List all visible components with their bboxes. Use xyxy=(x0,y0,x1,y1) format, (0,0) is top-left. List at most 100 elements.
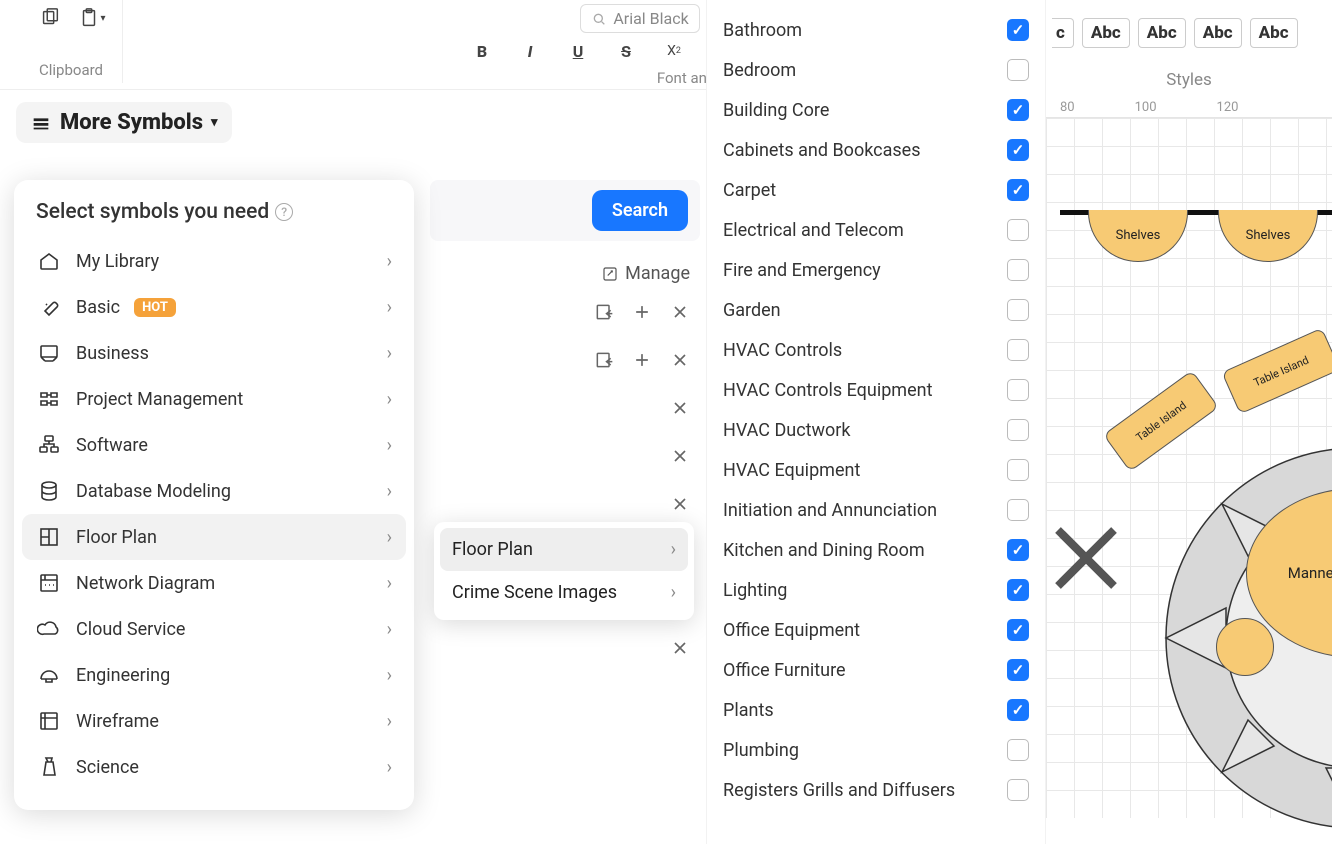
library-office-equipment[interactable]: Office Equipment xyxy=(707,610,1045,650)
checkbox[interactable] xyxy=(1007,339,1029,361)
x-icon[interactable] xyxy=(670,398,690,418)
styles-group-label: Styles xyxy=(1046,54,1332,94)
category-icon xyxy=(36,754,62,780)
category-business[interactable]: Business › xyxy=(14,330,414,376)
checkbox[interactable] xyxy=(1007,259,1029,281)
x-icon[interactable] xyxy=(670,302,690,322)
help-icon[interactable]: ? xyxy=(275,203,293,221)
library-bathroom[interactable]: Bathroom xyxy=(707,10,1045,50)
font-family-select[interactable]: Arial Black xyxy=(580,4,699,33)
chevron-right-icon: › xyxy=(387,665,392,686)
shelf-shape[interactable]: Shelves xyxy=(1088,210,1188,262)
library-label: Kitchen and Dining Room xyxy=(723,540,925,561)
checkbox[interactable] xyxy=(1007,139,1029,161)
x-icon[interactable] xyxy=(670,638,690,658)
checkbox[interactable] xyxy=(1007,59,1029,81)
paste-icon[interactable]: ▾ xyxy=(78,4,106,32)
chevron-right-icon: › xyxy=(387,389,392,410)
library-label: HVAC Ductwork xyxy=(723,420,851,441)
library-hvac-equipment[interactable]: HVAC Equipment xyxy=(707,450,1045,490)
table-island-shape[interactable]: Table Island xyxy=(1221,328,1332,415)
style-preview[interactable]: c xyxy=(1052,18,1074,48)
category-network-diagram[interactable]: Network Diagram › xyxy=(14,560,414,606)
library-garden[interactable]: Garden xyxy=(707,290,1045,330)
category-engineering[interactable]: Engineering › xyxy=(14,652,414,698)
checkbox[interactable] xyxy=(1007,499,1029,521)
library-cabinets-and-bookcases[interactable]: Cabinets and Bookcases xyxy=(707,130,1045,170)
underline-button[interactable]: U xyxy=(564,37,592,65)
checkbox[interactable] xyxy=(1007,699,1029,721)
category-label: Science xyxy=(76,757,139,778)
library-building-core[interactable]: Building Core xyxy=(707,90,1045,130)
library-electrical-and-telecom[interactable]: Electrical and Telecom xyxy=(707,210,1045,250)
subcategory-floor-plan[interactable]: Floor Plan› xyxy=(440,528,688,571)
library-carpet[interactable]: Carpet xyxy=(707,170,1045,210)
checkbox[interactable] xyxy=(1007,619,1029,641)
library-plumbing[interactable]: Plumbing xyxy=(707,730,1045,770)
import-icon[interactable] xyxy=(594,302,614,322)
strike-button[interactable]: S xyxy=(612,37,640,65)
bold-button[interactable]: B xyxy=(468,37,496,65)
category-database-modeling[interactable]: Database Modeling › xyxy=(14,468,414,514)
library-fire-and-emergency[interactable]: Fire and Emergency xyxy=(707,250,1045,290)
style-preview[interactable]: Abc xyxy=(1194,18,1242,48)
subcategory-crime-scene-images[interactable]: Crime Scene Images› xyxy=(434,571,694,614)
x-icon[interactable] xyxy=(670,350,690,370)
category-software[interactable]: Software › xyxy=(14,422,414,468)
library-office-furniture[interactable]: Office Furniture xyxy=(707,650,1045,690)
checkbox[interactable] xyxy=(1007,459,1029,481)
category-my-library[interactable]: My Library › xyxy=(14,238,414,284)
library-kitchen-and-dining-room[interactable]: Kitchen and Dining Room xyxy=(707,530,1045,570)
checkbox[interactable] xyxy=(1007,659,1029,681)
plus-icon[interactable] xyxy=(632,350,652,370)
search-button[interactable]: Search xyxy=(592,190,688,231)
category-label: My Library xyxy=(76,251,159,272)
library-label: Registers Grills and Diffusers xyxy=(723,780,955,801)
manage-link[interactable]: Manage xyxy=(430,241,700,288)
copy-icon[interactable] xyxy=(36,4,64,32)
category-floor-plan[interactable]: Floor Plan › xyxy=(22,514,406,560)
plus-icon[interactable] xyxy=(632,302,652,322)
x-icon[interactable] xyxy=(670,446,690,466)
style-preview[interactable]: Abc xyxy=(1250,18,1298,48)
checkbox[interactable] xyxy=(1007,779,1029,801)
library-hvac-controls-equipment[interactable]: HVAC Controls Equipment xyxy=(707,370,1045,410)
checkbox[interactable] xyxy=(1007,19,1029,41)
superscript-button[interactable]: X2 xyxy=(660,37,688,65)
category-basic[interactable]: Basic HOT › xyxy=(14,284,414,330)
ceiling-fan-shape[interactable] xyxy=(1046,518,1126,598)
shelf-shape[interactable]: Shelves xyxy=(1218,210,1318,262)
more-symbols-button[interactable]: More Symbols ▾ xyxy=(16,102,232,143)
style-preview[interactable]: Abc xyxy=(1082,18,1130,48)
checkbox[interactable] xyxy=(1007,539,1029,561)
checkbox[interactable] xyxy=(1007,419,1029,441)
canvas[interactable]: Shelves Shelves Table Island Table Islan… xyxy=(1046,118,1332,818)
category-project-management[interactable]: Project Management › xyxy=(14,376,414,422)
library-hvac-ductwork[interactable]: HVAC Ductwork xyxy=(707,410,1045,450)
library-hvac-controls[interactable]: HVAC Controls xyxy=(707,330,1045,370)
checkbox[interactable] xyxy=(1007,179,1029,201)
library-initiation-and-annunciation[interactable]: Initiation and Annunciation xyxy=(707,490,1045,530)
checkbox[interactable] xyxy=(1007,299,1029,321)
category-icon xyxy=(36,432,62,458)
library-bedroom[interactable]: Bedroom xyxy=(707,50,1045,90)
category-cloud-service[interactable]: Cloud Service › xyxy=(14,606,414,652)
category-label: Floor Plan xyxy=(76,527,157,548)
checkbox[interactable] xyxy=(1007,219,1029,241)
category-science[interactable]: Science › xyxy=(14,744,414,790)
library-label: Bedroom xyxy=(723,60,796,81)
checkbox[interactable] xyxy=(1007,99,1029,121)
checkbox[interactable] xyxy=(1007,579,1029,601)
library-plants[interactable]: Plants xyxy=(707,690,1045,730)
import-icon[interactable] xyxy=(594,350,614,370)
italic-button[interactable]: I xyxy=(516,37,544,65)
checkbox[interactable] xyxy=(1007,379,1029,401)
category-wireframe[interactable]: Wireframe › xyxy=(14,698,414,744)
chevron-right-icon: › xyxy=(387,481,392,502)
checkbox[interactable] xyxy=(1007,739,1029,761)
x-icon[interactable] xyxy=(670,494,690,514)
style-preview[interactable]: Abc xyxy=(1138,18,1186,48)
library-lighting[interactable]: Lighting xyxy=(707,570,1045,610)
ball-shape[interactable] xyxy=(1216,618,1274,676)
library-registers-grills-and-diffusers[interactable]: Registers Grills and Diffusers xyxy=(707,770,1045,810)
